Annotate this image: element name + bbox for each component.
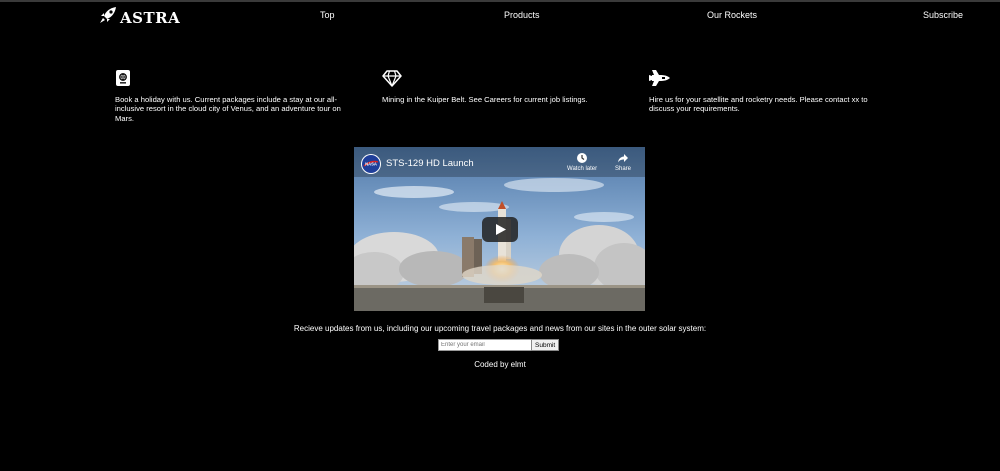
submit-button[interactable]: Submit [531, 339, 560, 351]
play-icon [496, 224, 506, 235]
feature-mining-text: Mining in the Kuiper Belt. See Careers f… [382, 95, 588, 104]
channel-avatar[interactable]: NASA [361, 154, 381, 174]
watch-later-button[interactable]: Watch later [567, 152, 597, 172]
footer-credit: Coded by elmt [474, 360, 526, 369]
brand-name: ASTRA [120, 8, 181, 27]
play-button[interactable] [482, 217, 518, 242]
svg-text:NASA: NASA [365, 162, 377, 167]
feature-holiday-text: Book a holiday with us. Current packages… [115, 95, 341, 123]
diamond-icon [382, 69, 402, 87]
clock-icon [577, 153, 588, 163]
nav-link-our-rockets[interactable]: Our Rockets [707, 10, 757, 20]
feature-satellite-text: Hire us for your satellite and rocketry … [649, 95, 868, 114]
video-title[interactable]: STS-129 HD Launch [386, 158, 474, 169]
brand-logo[interactable]: ASTRA [99, 6, 180, 29]
feature-holiday: Book a holiday with us. Current packages… [115, 69, 350, 123]
top-border-line [0, 0, 1000, 2]
video-player[interactable]: NASA STS-129 HD Launch Watch later Share [354, 147, 645, 311]
nav-link-subscribe[interactable]: Subscribe [923, 10, 963, 20]
share-button[interactable]: Share [615, 152, 631, 172]
space-shuttle-icon [649, 69, 670, 87]
watch-later-label: Watch later [567, 166, 598, 172]
email-input[interactable] [438, 339, 533, 351]
share-label: Share [615, 166, 632, 172]
nav-link-top[interactable]: Top [320, 10, 335, 20]
feature-mining: Mining in the Kuiper Belt. See Careers f… [382, 69, 617, 104]
share-icon [618, 154, 628, 163]
feature-satellite: Hire us for your satellite and rocketry … [649, 69, 884, 114]
passport-icon [115, 69, 133, 87]
nav-link-products[interactable]: Products [504, 10, 540, 20]
subscribe-text: Recieve updates from us, including our u… [293, 324, 707, 333]
rocket-icon [99, 6, 119, 29]
